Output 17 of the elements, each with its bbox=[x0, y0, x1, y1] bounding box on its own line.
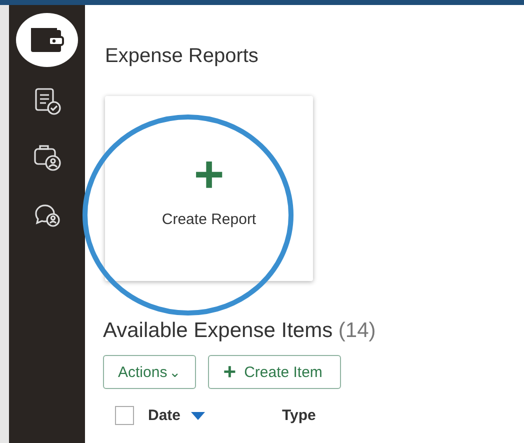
actions-button[interactable]: Actions⌄ bbox=[103, 355, 196, 389]
camera-person-icon bbox=[32, 142, 62, 172]
create-report-card[interactable]: + Create Report bbox=[105, 96, 313, 281]
plus-icon: + bbox=[223, 361, 236, 383]
caret-icon: ⌄ bbox=[169, 364, 182, 380]
card-label: Create Report bbox=[162, 211, 256, 228]
section-title: Available Expense Items (14) bbox=[103, 319, 377, 343]
column-header[interactable]: Date bbox=[148, 407, 268, 424]
plus-icon: + bbox=[194, 149, 224, 201]
create-item-button[interactable]: + Create Item bbox=[208, 355, 342, 389]
select-all-checkbox[interactable] bbox=[115, 406, 134, 425]
page-title: Expense Reports bbox=[105, 45, 260, 68]
column-header[interactable]: Type bbox=[282, 407, 362, 424]
wallet-icon bbox=[29, 26, 65, 54]
document-check-icon bbox=[32, 86, 62, 116]
item-count: (14) bbox=[338, 319, 376, 342]
sort-down-icon bbox=[190, 412, 205, 420]
